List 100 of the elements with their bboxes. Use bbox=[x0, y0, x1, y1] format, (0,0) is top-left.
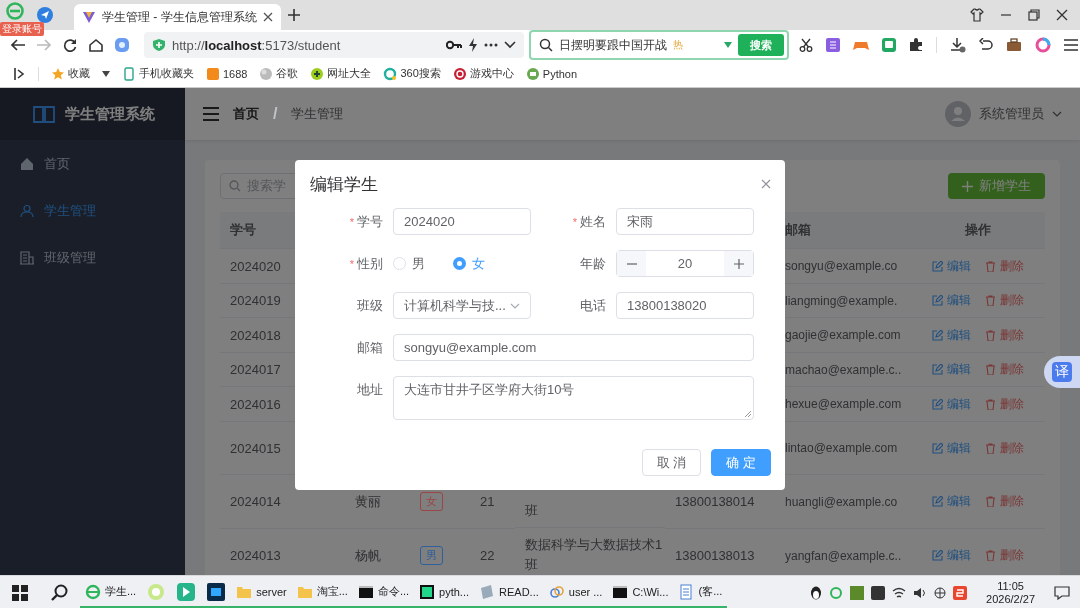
field-label: 年龄 bbox=[580, 254, 606, 273]
app-icon[interactable] bbox=[871, 585, 886, 600]
new-tab-icon[interactable] bbox=[287, 9, 300, 21]
radio-option[interactable]: 男 bbox=[393, 254, 425, 273]
edit-icon bbox=[932, 295, 943, 306]
edit-icon bbox=[932, 329, 943, 341]
taskbar-item[interactable]: user ... bbox=[543, 577, 608, 608]
lightning-icon[interactable] bbox=[468, 38, 478, 52]
trash-icon bbox=[985, 295, 996, 306]
cancel-button[interactable]: 取 消 bbox=[641, 449, 702, 476]
translate-button[interactable]: 译 bbox=[1044, 356, 1080, 388]
taskbar-item[interactable]: (客... bbox=[673, 577, 728, 608]
search-icon[interactable] bbox=[51, 583, 69, 602]
code-editor-icon bbox=[419, 583, 436, 600]
shirt-icon[interactable] bbox=[970, 8, 984, 22]
bookmark-link[interactable]: 1688 bbox=[206, 66, 248, 81]
briefcase-icon[interactable] bbox=[1006, 38, 1022, 52]
bookmark-link[interactable]: 谷歌 bbox=[259, 66, 299, 81]
field-label: 学号 bbox=[357, 212, 383, 231]
bookmark-link[interactable]: 游戏中心 bbox=[452, 66, 514, 81]
speaker-icon[interactable] bbox=[913, 586, 928, 599]
field-label: 地址 bbox=[357, 381, 383, 399]
terminal-icon bbox=[612, 583, 629, 600]
resize-handle-icon[interactable] bbox=[745, 411, 751, 417]
dialog-title: 编辑学生 bbox=[310, 173, 378, 196]
taskbar-item[interactable]: server bbox=[231, 577, 292, 608]
field-label: 班级 bbox=[357, 296, 383, 315]
bookmark-link[interactable]: 360搜索 bbox=[383, 66, 441, 81]
required-mark: * bbox=[349, 257, 354, 270]
bookmark-link[interactable]: 手机收藏夹 bbox=[122, 66, 194, 81]
back-icon[interactable] bbox=[10, 37, 26, 53]
puzzle-icon[interactable] bbox=[909, 38, 923, 52]
sogou-icon[interactable] bbox=[953, 585, 968, 600]
field-label: 邮箱 bbox=[357, 338, 383, 357]
user-name[interactable]: 系统管理员 bbox=[979, 105, 1044, 123]
phone-icon bbox=[122, 66, 136, 81]
chevron-down-icon[interactable] bbox=[504, 41, 516, 49]
key-icon[interactable] bbox=[446, 40, 462, 50]
trash-icon bbox=[985, 496, 996, 507]
edit-icon bbox=[932, 260, 943, 272]
required-mark: * bbox=[349, 215, 354, 228]
taskbar-item[interactable]: pyth... bbox=[414, 577, 475, 608]
ai-ring-icon[interactable] bbox=[1035, 37, 1051, 53]
send-icon[interactable] bbox=[37, 7, 53, 23]
login-badge[interactable]: 登录账号 bbox=[0, 22, 44, 36]
bookmark-link[interactable]: 网址大全 bbox=[310, 66, 372, 81]
download-icon[interactable] bbox=[950, 37, 966, 53]
home-icon[interactable] bbox=[88, 37, 104, 53]
penguin-icon[interactable] bbox=[810, 585, 823, 600]
reload-icon[interactable] bbox=[62, 37, 78, 53]
trash-icon bbox=[985, 398, 996, 410]
input-field[interactable]: 13800138020 bbox=[616, 292, 754, 319]
search-icon bbox=[229, 180, 241, 192]
ring-icon bbox=[383, 66, 398, 81]
taskbar-item[interactable]: 命令... bbox=[352, 577, 415, 608]
required-mark: * bbox=[572, 215, 577, 228]
trash-icon bbox=[985, 550, 996, 561]
breadcrumb-link[interactable]: 首页 bbox=[233, 105, 259, 123]
scissors-icon[interactable] bbox=[799, 38, 813, 52]
arrow-app-icon[interactable] bbox=[177, 582, 196, 601]
input-field[interactable]: songyu@example.com bbox=[393, 334, 754, 361]
input-field[interactable]: 宋雨 bbox=[616, 208, 754, 235]
notepad-icon bbox=[678, 583, 695, 600]
edit-icon bbox=[932, 496, 943, 507]
windows-logo-icon[interactable] bbox=[12, 584, 28, 601]
radio-icon[interactable] bbox=[453, 257, 466, 270]
taskbar-item[interactable]: READ... bbox=[474, 577, 544, 608]
bookmark-link[interactable]: Python bbox=[525, 66, 578, 81]
caret-down-icon[interactable] bbox=[102, 70, 110, 77]
address-bar[interactable]: http://localhost:5173/student bbox=[144, 32, 524, 58]
edit-icon bbox=[932, 550, 943, 561]
undo-icon[interactable] bbox=[979, 38, 993, 52]
plus-icon bbox=[733, 258, 744, 269]
browser-icon bbox=[85, 583, 101, 600]
more-icon[interactable] bbox=[484, 43, 498, 47]
clock-time: 11:05 bbox=[997, 579, 1024, 593]
bookmark-link[interactable]: 收藏 bbox=[51, 66, 90, 81]
field-label: 电话 bbox=[580, 296, 606, 315]
text-area[interactable]: 大连市甘井子区学府大街10号 bbox=[393, 376, 754, 420]
taskbar-item[interactable]: 淘宝... bbox=[291, 577, 353, 608]
menu-icon[interactable] bbox=[1064, 39, 1078, 51]
menu-icon[interactable] bbox=[203, 107, 219, 121]
triangle-logo-icon bbox=[82, 10, 96, 24]
taskbar-item[interactable]: C:\Wi... bbox=[607, 577, 674, 608]
app-title: 学生管理系统 bbox=[65, 104, 155, 124]
sidebar-toggle-icon[interactable] bbox=[14, 67, 26, 80]
taskbar-item[interactable]: 学生... bbox=[80, 577, 142, 608]
close-icon[interactable] bbox=[1056, 9, 1068, 21]
restore-icon[interactable] bbox=[1028, 9, 1040, 21]
input-field[interactable]: 2024020 bbox=[393, 208, 531, 235]
select-field[interactable]: 计算机科学与技... bbox=[393, 292, 531, 319]
notification-icon[interactable] bbox=[1054, 585, 1070, 600]
gender-tag: 男 bbox=[420, 546, 443, 565]
field-label: 性别 bbox=[357, 254, 383, 273]
radio-icon[interactable] bbox=[393, 257, 406, 270]
shield-icon bbox=[152, 38, 166, 52]
photoshop-icon[interactable] bbox=[207, 582, 226, 601]
close-icon[interactable] bbox=[262, 12, 273, 22]
browser-tab[interactable]: 学生管理 - 学生信息管理系统 bbox=[74, 4, 281, 30]
wifi-icon[interactable] bbox=[892, 586, 907, 599]
